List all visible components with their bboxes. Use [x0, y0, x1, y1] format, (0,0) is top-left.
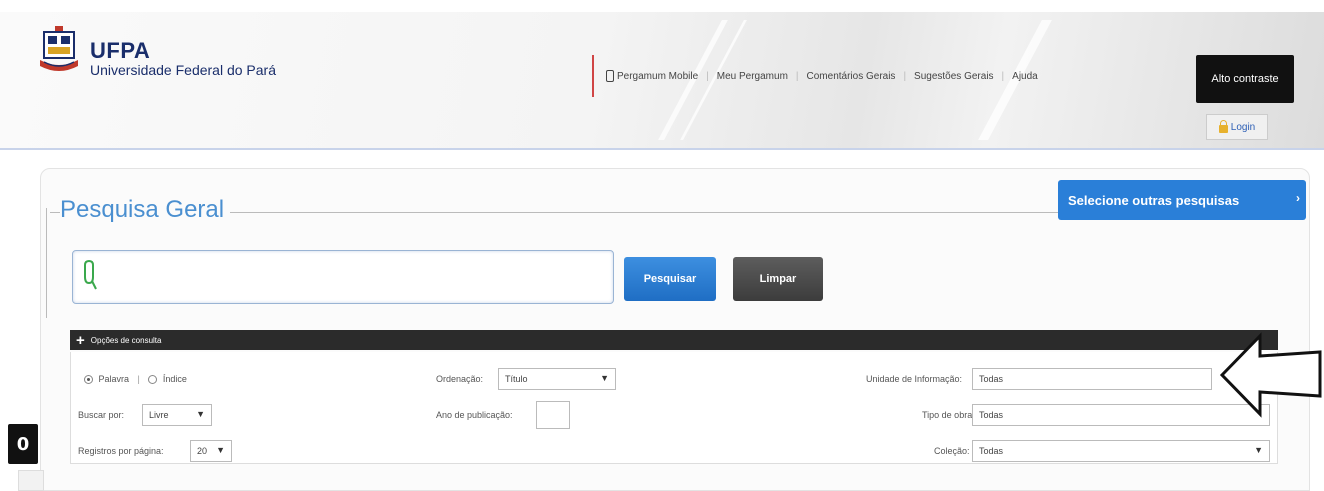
nav-separator: |	[1001, 70, 1005, 82]
mobile-phone-icon	[606, 70, 614, 82]
site-header: UFPA Universidade Federal do Pará Pergam…	[0, 0, 1324, 150]
radio-indice-label: Índice	[162, 374, 187, 384]
brand-title[interactable]: UFPA	[90, 38, 150, 64]
tipo-obra-value: Todas	[979, 410, 1004, 420]
side-counter-badge[interactable]: 0	[8, 424, 38, 464]
radio-separator: |	[137, 374, 140, 384]
radio-indice[interactable]	[148, 375, 158, 385]
unidade-select[interactable]: Todas	[972, 368, 1212, 390]
search-box	[72, 250, 614, 304]
chevron-right-icon: ›	[1296, 191, 1300, 205]
nav-comentarios-gerais[interactable]: Comentários Gerais	[807, 71, 896, 82]
annotation-arrow-icon	[1219, 332, 1322, 418]
lock-icon	[1218, 119, 1228, 133]
caret-down-icon: ▼	[196, 409, 205, 419]
tipo-obra-label: Tipo de obra:	[922, 410, 975, 420]
plus-icon: +	[76, 331, 85, 349]
search-mode-radios: Palavra | Índice	[84, 374, 187, 385]
ordenacao-select[interactable]: Título ▼	[498, 368, 616, 390]
caret-down-icon: ▼	[1254, 445, 1263, 455]
other-searches-label: Selecione outras pesquisas	[1068, 192, 1240, 208]
registros-select[interactable]: 20 ▼	[190, 440, 232, 462]
nav-separator: |	[795, 70, 799, 82]
buscar-por-label: Buscar por:	[78, 410, 125, 420]
query-options-toggle[interactable]: + Opções de consulta	[70, 330, 1278, 350]
radio-palavra[interactable]	[84, 375, 93, 385]
ordenacao-label: Ordenação:	[436, 374, 484, 384]
side-tab[interactable]	[18, 470, 44, 491]
nav-separator: |	[706, 70, 709, 82]
search-input[interactable]	[107, 261, 607, 293]
panel-left-rule	[46, 208, 47, 318]
ufpa-crest-icon	[40, 26, 78, 71]
login-label: Login	[1230, 121, 1256, 133]
caret-down-icon: ▼	[600, 373, 609, 383]
search-icon	[84, 259, 97, 290]
nav-separator: |	[903, 70, 907, 82]
query-options-label: Opções de consulta	[90, 335, 162, 345]
top-navigation: Pergamum Mobile | Meu Pergamum | Comentá…	[592, 55, 1180, 97]
nav-pergamum-mobile[interactable]: Pergamum Mobile	[617, 71, 698, 82]
high-contrast-button[interactable]: Alto contraste	[1196, 55, 1294, 103]
header-top-strip	[0, 0, 1324, 12]
colecao-label: Coleção:	[934, 446, 970, 456]
buscar-por-select[interactable]: Livre ▼	[142, 404, 212, 426]
caret-down-icon: ▼	[216, 445, 225, 455]
radio-palavra-label: Palavra	[98, 374, 130, 384]
page-title: Pesquisa Geral	[60, 196, 231, 224]
ano-publicacao-input[interactable]	[536, 401, 570, 429]
buscar-por-value: Livre	[149, 410, 169, 420]
registros-value: 20	[197, 446, 208, 456]
header-divider	[0, 148, 1324, 150]
search-button[interactable]: Pesquisar	[624, 257, 716, 301]
ano-publicacao-label: Ano de publicação:	[436, 410, 513, 420]
other-searches-dropdown[interactable]: Selecione outras pesquisas ›	[1058, 180, 1306, 220]
unidade-label: Unidade de Informação:	[866, 374, 963, 384]
login-button[interactable]: Login	[1206, 114, 1268, 140]
ordenacao-value: Título	[505, 374, 528, 384]
unidade-value: Todas	[979, 374, 1004, 384]
colecao-value: Todas	[979, 446, 1004, 456]
brand-subtitle[interactable]: Universidade Federal do Pará	[90, 62, 276, 78]
registros-label: Registros por página:	[78, 446, 164, 456]
nav-ajuda[interactable]: Ajuda	[1012, 71, 1038, 82]
nav-sugestoes-gerais[interactable]: Sugestões Gerais	[914, 71, 994, 82]
nav-meu-pergamum[interactable]: Meu Pergamum	[717, 71, 788, 82]
clear-button[interactable]: Limpar	[733, 257, 823, 301]
colecao-select[interactable]: Todas ▼	[972, 440, 1270, 462]
